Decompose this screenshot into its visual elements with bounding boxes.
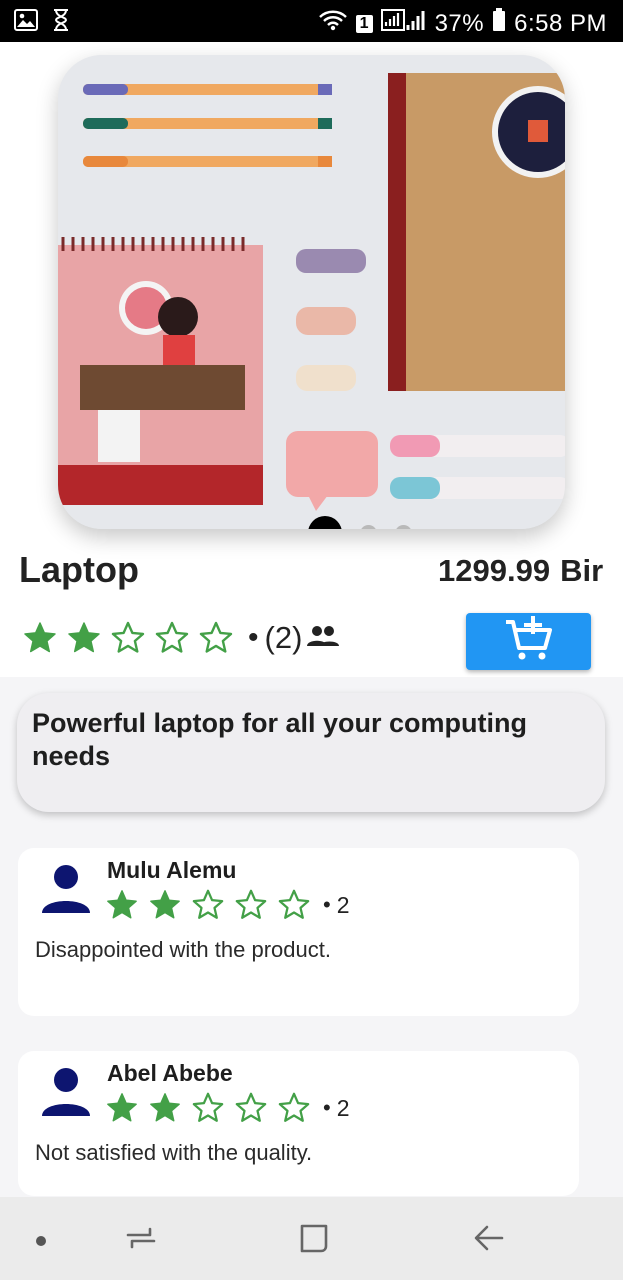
hourglass-icon	[52, 9, 70, 36]
review-card: Mulu Alemu • 2 Disappointed with the pro…	[18, 848, 579, 1016]
star-outline-icon	[235, 889, 267, 919]
star-outline-icon	[155, 621, 189, 653]
gallery-icon	[14, 9, 38, 36]
avatar-person-icon	[40, 863, 92, 915]
review-rating: • 2	[105, 1091, 350, 1125]
stationery-photo	[58, 55, 565, 529]
star-filled-icon	[24, 622, 56, 653]
carousel-dot[interactable]	[395, 524, 412, 529]
battery-percent: 37%	[434, 9, 485, 37]
price-currency: Birr	[560, 553, 604, 588]
bullet-separator: •	[323, 892, 331, 917]
review-comment: Disappointed with the product.	[35, 937, 331, 962]
star-rating	[22, 620, 234, 656]
home-icon[interactable]	[297, 1221, 331, 1260]
product-description: Powerful laptop for all your computing n…	[32, 708, 528, 771]
add-to-cart-button[interactable]	[466, 613, 591, 670]
product-name: Laptop	[19, 549, 139, 590]
star-outline-icon	[278, 1092, 310, 1122]
review-comment: Not satisfied with the quality.	[35, 1140, 313, 1165]
recents-icon[interactable]	[124, 1221, 158, 1260]
product-rating: • (2)	[22, 620, 340, 656]
review-count: (2)	[264, 620, 303, 655]
star-outline-icon	[192, 889, 224, 919]
star-outline-icon	[235, 1092, 267, 1122]
star-outline-icon	[111, 621, 145, 653]
reviewer-name: Mulu Alemu	[107, 857, 237, 883]
star-outline-icon	[192, 1092, 224, 1122]
star-filled-icon	[150, 890, 180, 919]
reviewer-name: Abel Abebe	[107, 1060, 233, 1086]
product-image[interactable]	[58, 55, 565, 529]
star-filled-icon	[68, 622, 100, 653]
signal-icon	[380, 8, 427, 39]
review-rating: • 2	[105, 888, 350, 922]
star-outline-icon	[199, 621, 233, 653]
review-rating-value: 2	[336, 1094, 350, 1121]
star-filled-icon	[107, 890, 137, 919]
status-bar: 1 37% 6:58 PM	[0, 0, 623, 42]
system-nav-bar	[0, 1197, 623, 1280]
avatar-person-icon	[40, 1066, 92, 1118]
review-rating-value: 2	[336, 891, 350, 918]
price-value: 1299.99	[438, 553, 551, 588]
star-rating	[105, 888, 311, 922]
star-filled-icon	[107, 1093, 137, 1122]
carousel-dot[interactable]	[360, 524, 377, 529]
back-icon[interactable]	[472, 1221, 506, 1260]
add-shopping-cart-icon	[504, 614, 554, 669]
clock: 6:58 PM	[514, 9, 607, 37]
people-icon	[302, 624, 340, 653]
carousel-dot-active[interactable]	[308, 516, 342, 529]
review-card: Abel Abebe • 2 Not satisfied with the qu…	[18, 1051, 579, 1196]
product-price: 1299.99 Birr	[438, 553, 604, 589]
description-card: Powerful laptop for all your computing n…	[17, 693, 605, 812]
carousel-dots	[308, 516, 412, 529]
wifi-icon	[318, 9, 348, 38]
battery-icon	[492, 8, 506, 39]
bullet-separator: •	[323, 1095, 331, 1120]
star-outline-icon	[278, 889, 310, 919]
bullet-separator: •	[248, 621, 259, 654]
nav-dot-icon[interactable]	[34, 1234, 48, 1253]
star-filled-icon	[150, 1093, 180, 1122]
sim-badge: 1	[355, 14, 373, 33]
star-rating	[105, 1091, 311, 1125]
